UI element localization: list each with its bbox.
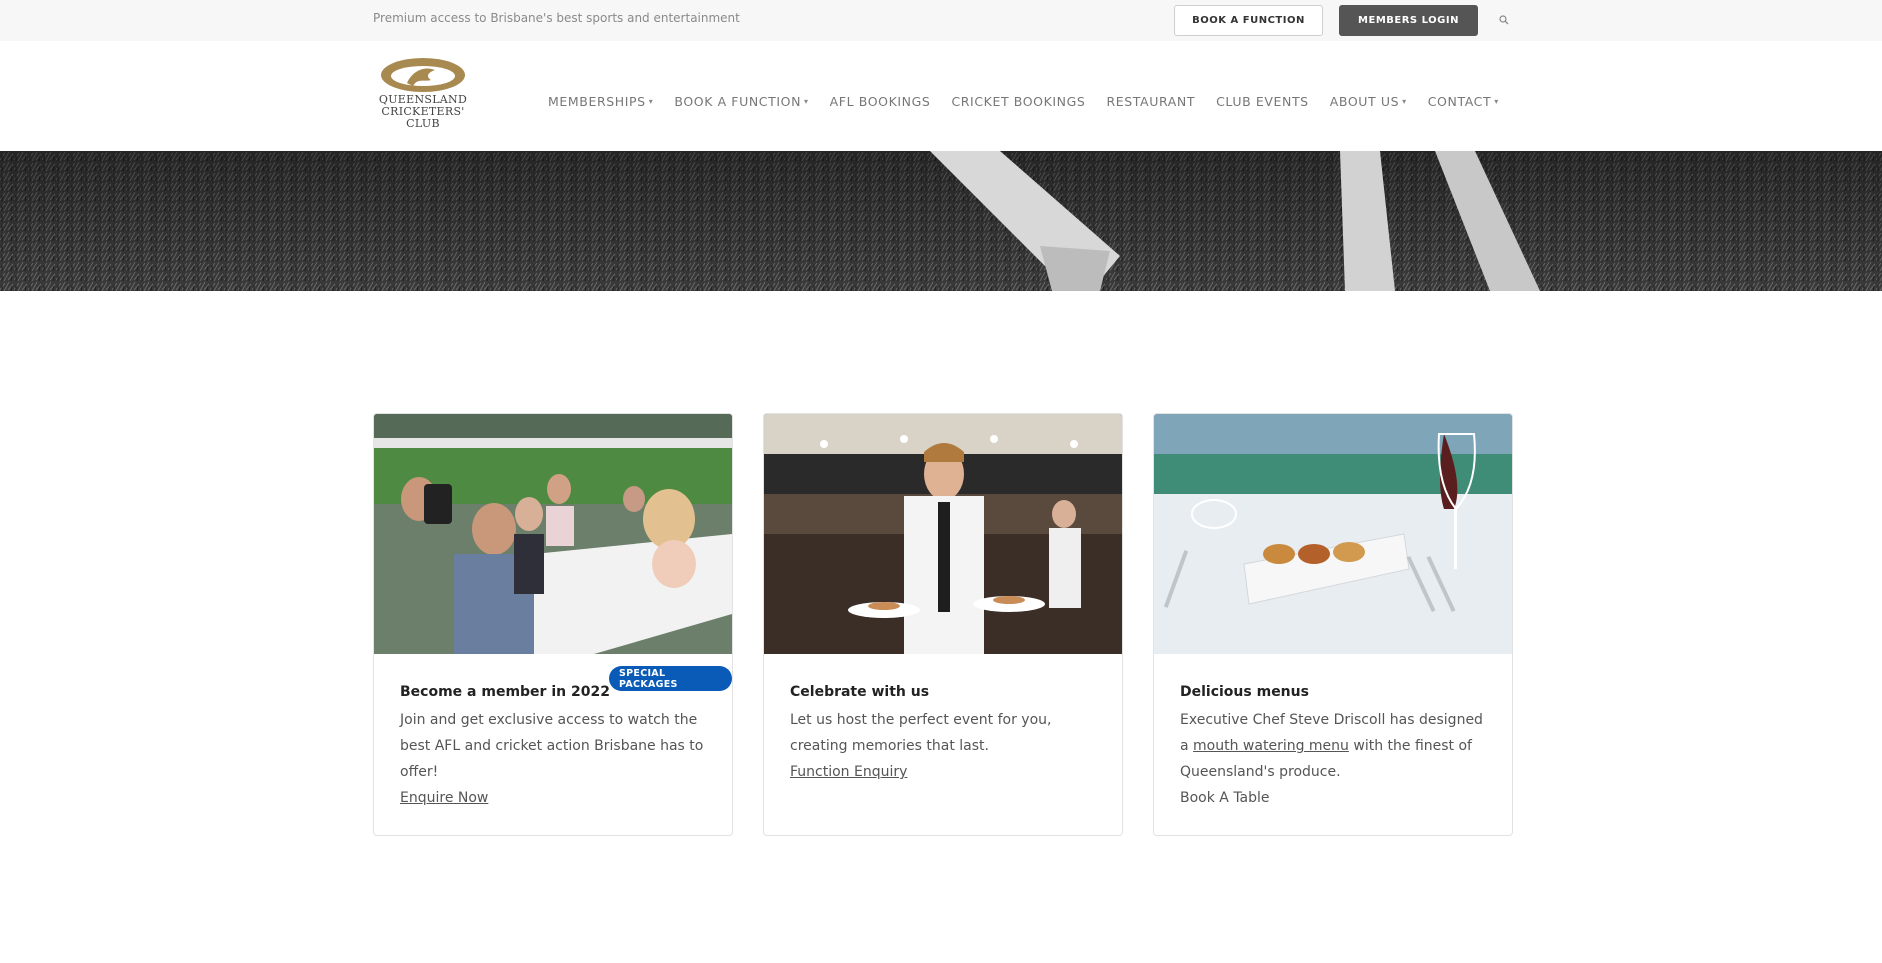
tagline: Premium access to Brisbane's best sports… xyxy=(373,11,740,25)
card-text: Join and get exclusive access to watch t… xyxy=(400,712,704,780)
nav-label: AFL BOOKINGS xyxy=(829,93,931,109)
card-text: Let us host the perfect event for you, c… xyxy=(790,712,1052,754)
card-title: Become a member in 2022 xyxy=(400,684,610,700)
nav-label: BOOK A FUNCTION xyxy=(674,93,802,109)
nav-item-about-us[interactable]: ABOUT US ▾ xyxy=(1330,92,1407,110)
card-menus: Delicious menus Executive Chef Steve Dri… xyxy=(1153,413,1513,836)
logo-text: QUEENSLAND CRICKETERS' CLUB xyxy=(373,94,473,130)
nav-label: MEMBERSHIPS xyxy=(548,93,646,109)
nav-item-cricket-bookings[interactable]: CRICKET BOOKINGS xyxy=(951,92,1085,110)
hero-image xyxy=(0,151,1882,291)
card-body: Celebrate with us Let us host the perfec… xyxy=(790,682,1100,785)
card-image-food xyxy=(1154,414,1512,654)
enquire-now-link[interactable]: Enquire Now xyxy=(400,790,488,806)
chevron-down-icon: ▾ xyxy=(1494,96,1499,106)
nav-item-afl-bookings[interactable]: AFL BOOKINGS xyxy=(830,92,931,110)
nav-label: CRICKET BOOKINGS xyxy=(951,93,1086,109)
nav-label: CLUB EVENTS xyxy=(1216,93,1309,109)
card-image-fans-selfie xyxy=(374,414,732,654)
card-image-waiter xyxy=(764,414,1122,654)
waiter-photo xyxy=(764,414,1122,654)
card-membership: SPECIAL PACKAGES Become a member in 2022… xyxy=(373,413,733,836)
card-functions: Celebrate with us Let us host the perfec… xyxy=(763,413,1123,836)
food-plate-photo xyxy=(1154,414,1512,654)
stadium-fans-photo xyxy=(374,414,732,654)
card-body: Become a member in 2022 Join and get exc… xyxy=(400,682,710,811)
mouth-watering-menu-link[interactable]: mouth watering menu xyxy=(1193,738,1349,754)
nav-label: RESTAURANT xyxy=(1106,93,1196,109)
book-a-table-text[interactable]: Book A Table xyxy=(1180,785,1490,811)
nav-label: CONTACT xyxy=(1427,93,1492,109)
club-emblem-icon xyxy=(381,58,465,92)
card-text: Executive Chef Steve Driscoll has design… xyxy=(1180,707,1490,785)
nav-item-contact[interactable]: CONTACT ▾ xyxy=(1428,92,1499,110)
members-login-button[interactable]: MEMBERS LOGIN xyxy=(1339,5,1478,36)
card-title: Delicious menus xyxy=(1180,684,1309,700)
nav-item-club-events[interactable]: CLUB EVENTS xyxy=(1216,92,1309,110)
top-bar: Premium access to Brisbane's best sports… xyxy=(0,0,1882,42)
hero-grass-stumps-image xyxy=(0,151,1882,291)
card-title: Celebrate with us xyxy=(790,684,930,700)
nav-item-memberships[interactable]: MEMBERSHIPS ▾ xyxy=(548,92,653,110)
book-function-button[interactable]: BOOK A FUNCTION xyxy=(1174,5,1323,36)
chevron-down-icon: ▾ xyxy=(648,96,654,106)
card-body: Delicious menus Executive Chef Steve Dri… xyxy=(1180,682,1490,811)
main-nav: MEMBERSHIPS ▾ BOOK A FUNCTION ▾ AFL BOOKIN… xyxy=(548,92,1520,110)
chevron-down-icon: ▾ xyxy=(1402,96,1407,106)
search-icon[interactable] xyxy=(1497,13,1511,27)
nav-item-book-a-function[interactable]: BOOK A FUNCTION ▾ xyxy=(674,92,808,110)
logo-text-line: CLUB xyxy=(406,117,440,130)
function-enquiry-link[interactable]: Function Enquiry xyxy=(790,764,907,780)
nav-label: ABOUT US xyxy=(1329,93,1400,109)
chevron-down-icon: ▾ xyxy=(804,96,809,106)
club-logo[interactable]: QUEENSLAND CRICKETERS' CLUB xyxy=(373,56,473,136)
nav-item-restaurant[interactable]: RESTAURANT xyxy=(1106,92,1195,110)
